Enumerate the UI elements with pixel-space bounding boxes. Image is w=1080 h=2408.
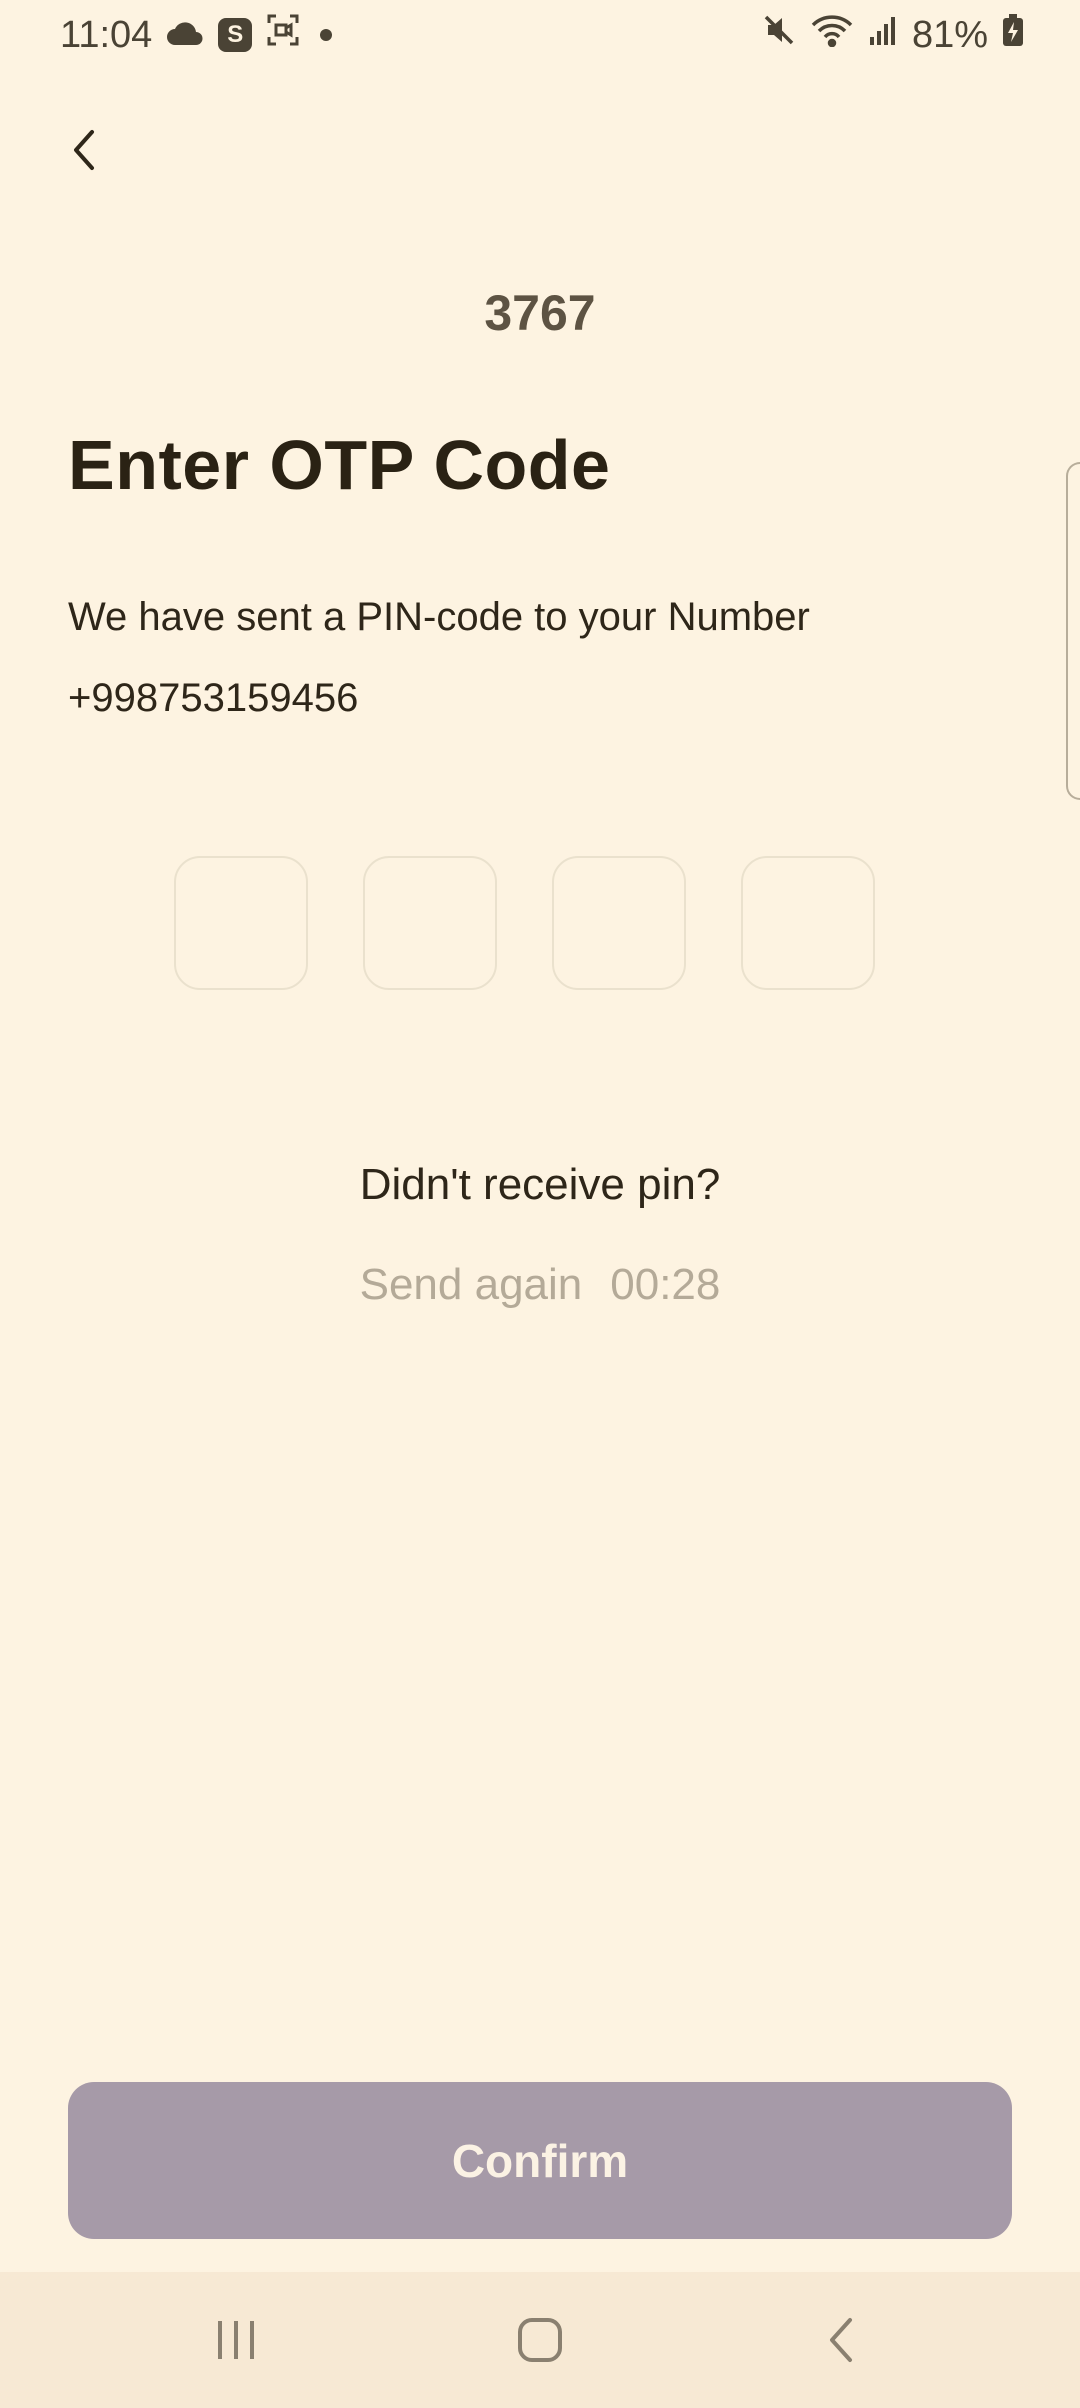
resend-question: Didn't receive pin? [359, 1160, 721, 1209]
back-button[interactable] [52, 118, 116, 182]
back-icon [830, 2318, 852, 2362]
otp-digit-1[interactable] [174, 856, 308, 990]
status-bar: 11:04 S 81% [0, 0, 1080, 70]
otp-digit-2[interactable] [363, 856, 497, 990]
otp-description: We have sent a PIN-code to your Number [68, 595, 810, 639]
navigation-bar [0, 2272, 1080, 2408]
recent-apps-icon [218, 2321, 254, 2359]
resend-row: Send again 00:28 [0, 1260, 1080, 1310]
signal-icon [868, 14, 898, 57]
home-icon [518, 2318, 562, 2362]
status-left: 11:04 S [60, 13, 333, 57]
s-app-icon: S [218, 18, 253, 52]
status-time: 11:04 [60, 13, 153, 56]
screen-record-icon [266, 13, 300, 57]
otp-digit-3[interactable] [552, 856, 686, 990]
phone-number: +998753159456 [68, 676, 359, 720]
status-right: 81% [762, 13, 1024, 57]
mute-icon [762, 13, 796, 57]
chevron-left-icon [74, 130, 94, 170]
cloud-icon [166, 14, 204, 57]
resend-timer: 00:28 [610, 1260, 721, 1309]
notification-dot-icon [320, 29, 333, 41]
battery-text: 81% [911, 13, 988, 56]
edge-panel-handle[interactable] [1066, 462, 1080, 800]
wifi-icon [810, 13, 854, 57]
otp-input-group [174, 856, 875, 990]
page-title: Enter OTP Code [68, 426, 611, 504]
otp-digit-4[interactable] [741, 856, 875, 990]
otp-code-hint: 3767 [484, 285, 596, 341]
confirm-button[interactable]: Confirm [68, 2082, 1012, 2239]
nav-back-button[interactable] [812, 2310, 872, 2370]
home-button[interactable] [510, 2310, 570, 2370]
send-again-link[interactable]: Send again [360, 1260, 583, 1309]
recent-apps-button[interactable] [206, 2310, 266, 2370]
battery-charging-icon [1002, 13, 1024, 57]
